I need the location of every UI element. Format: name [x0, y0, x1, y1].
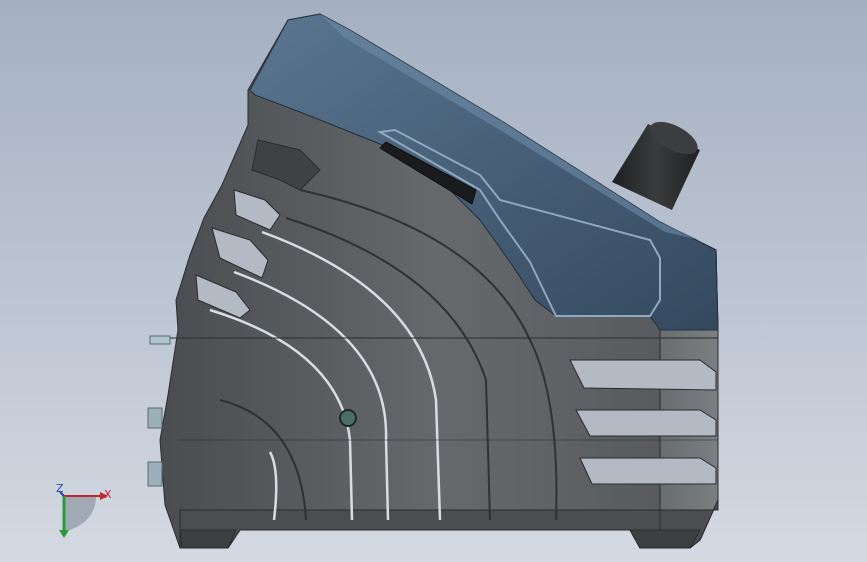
- orientation-triad: X Z: [56, 482, 112, 538]
- triad-shading: [64, 496, 96, 530]
- indicator-light: [339, 409, 357, 427]
- knob: [612, 121, 700, 210]
- triad-x-label: X: [104, 488, 112, 501]
- 3d-viewport[interactable]: X Z: [0, 0, 867, 562]
- triad-z-label: Z: [56, 482, 64, 495]
- 3d-model-view[interactable]: [0, 0, 867, 562]
- vent-slots-right: [569, 359, 717, 485]
